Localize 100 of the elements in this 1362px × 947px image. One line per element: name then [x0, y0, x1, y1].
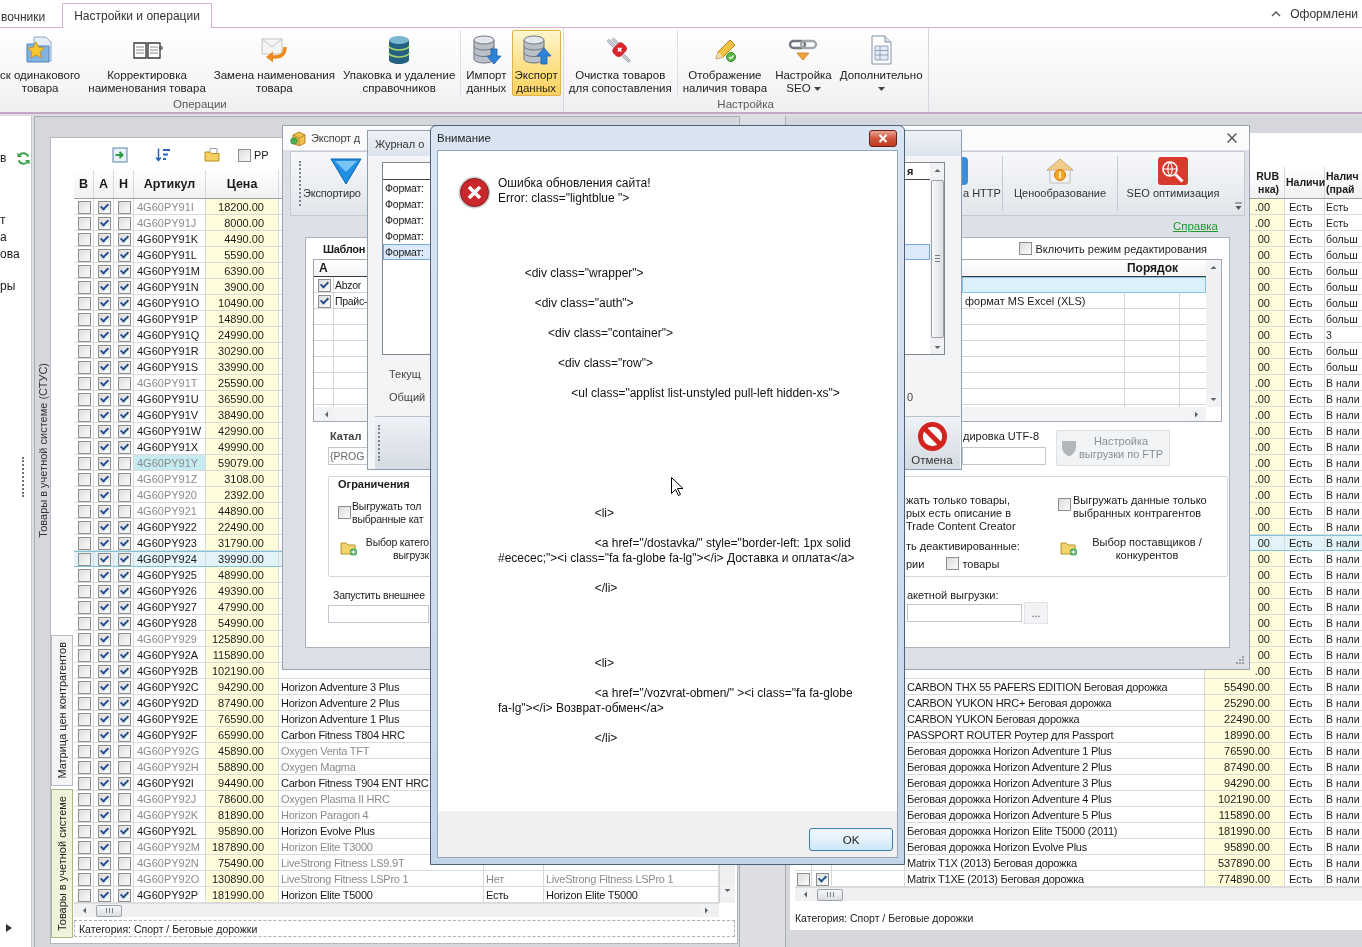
- checkbox[interactable]: [97, 536, 111, 550]
- nav-item[interactable]: в: [0, 150, 7, 167]
- checkbox[interactable]: [117, 840, 131, 854]
- toolbar-button[interactable]: SEO оптимизация: [1118, 152, 1228, 215]
- checkbox[interactable]: [77, 520, 91, 534]
- checkbox[interactable]: [97, 248, 111, 262]
- column-header[interactable]: В: [74, 170, 94, 198]
- column-header[interactable]: Порядок: [1125, 260, 1180, 276]
- checkbox[interactable]: [97, 552, 111, 566]
- checkbox[interactable]: [117, 504, 131, 518]
- text-field[interactable]: {PROG: [328, 447, 367, 465]
- checkbox[interactable]: [77, 808, 91, 822]
- list-item[interactable]: Формат:: [383, 228, 430, 244]
- checkbox[interactable]: [117, 424, 131, 438]
- checkbox[interactable]: [797, 872, 810, 886]
- horizontal-scrollbar[interactable]: [795, 887, 1362, 901]
- list-item[interactable]: Формат:: [383, 196, 430, 212]
- list-item[interactable]: Формат:: [383, 180, 430, 196]
- toolbar-button[interactable]: Ценообразование: [1003, 152, 1117, 215]
- column-header[interactable]: Наличи: [1286, 176, 1326, 189]
- close-icon[interactable]: [1226, 132, 1238, 144]
- nav-item[interactable]: т: [0, 212, 6, 229]
- checkbox[interactable]: [97, 472, 111, 486]
- checkbox[interactable]: [77, 616, 91, 630]
- checkbox[interactable]: [97, 312, 111, 326]
- ribbon-tab[interactable]: вочники: [0, 4, 58, 28]
- checkbox[interactable]: [317, 294, 331, 308]
- column-header[interactable]: А: [94, 170, 114, 198]
- vertical-scrollbar[interactable]: [1206, 260, 1221, 407]
- checkbox[interactable]: [97, 712, 111, 726]
- ribbon-button[interactable]: ск одинакового товара: [0, 30, 84, 96]
- checkbox[interactable]: [97, 856, 111, 870]
- column-header[interactable]: Н: [114, 170, 134, 198]
- checkbox[interactable]: [117, 776, 131, 790]
- ribbon-button[interactable]: Дополнительно: [836, 30, 926, 96]
- column-header[interactable]: Артикул: [134, 170, 206, 198]
- checkbox[interactable]: [77, 376, 91, 390]
- checkbox[interactable]: [97, 648, 111, 662]
- checkbox[interactable]: [117, 344, 131, 358]
- checkbox[interactable]: [77, 696, 91, 710]
- checkbox[interactable]: [97, 760, 111, 774]
- checkbox[interactable]: [117, 408, 131, 422]
- checkbox[interactable]: [77, 216, 91, 230]
- toolbar-button[interactable]: Экспортиро: [303, 152, 367, 215]
- folder-icon[interactable]: [204, 147, 220, 163]
- checkbox[interactable]: [77, 440, 91, 454]
- checkbox[interactable]: [77, 760, 91, 774]
- checkbox[interactable]: [77, 568, 91, 582]
- appearance-menu[interactable]: Оформлени: [1290, 6, 1358, 21]
- checkbox[interactable]: [77, 664, 91, 678]
- ribbon-button[interactable]: Импорт данных: [463, 30, 510, 96]
- checkbox[interactable]: [238, 148, 251, 162]
- ribbon-tab[interactable]: Настройки и операции: [62, 3, 212, 28]
- checkbox[interactable]: [97, 264, 111, 278]
- checkbox[interactable]: [77, 360, 91, 374]
- text-field[interactable]: [907, 604, 1022, 622]
- column-header[interactable]: Цена: [206, 170, 279, 198]
- scrollbar-thumb[interactable]: [930, 180, 944, 338]
- checkbox[interactable]: [97, 328, 111, 342]
- checkbox[interactable]: [946, 557, 960, 570]
- checkbox[interactable]: [117, 680, 131, 694]
- checkbox[interactable]: [77, 312, 91, 326]
- checkbox[interactable]: [815, 872, 829, 886]
- close-button[interactable]: [869, 129, 897, 147]
- checkbox[interactable]: [1058, 498, 1071, 511]
- checkbox[interactable]: [77, 744, 91, 758]
- ribbon-button[interactable]: Корректировка наименования товара: [85, 30, 209, 96]
- checkbox[interactable]: [317, 278, 331, 292]
- checkbox[interactable]: [117, 472, 131, 486]
- nav-item[interactable]: ова: [0, 246, 20, 263]
- overflow-caret-icon[interactable]: [1235, 202, 1242, 212]
- checkbox[interactable]: [117, 312, 131, 326]
- checkbox[interactable]: [77, 472, 91, 486]
- nav-item[interactable]: ры: [0, 278, 16, 295]
- checkbox[interactable]: [77, 344, 91, 358]
- checkbox[interactable]: [117, 392, 131, 406]
- checkbox[interactable]: [117, 664, 131, 678]
- checkbox[interactable]: [117, 888, 131, 902]
- checkbox[interactable]: [97, 728, 111, 742]
- checkbox[interactable]: [117, 856, 131, 870]
- checkbox[interactable]: [77, 296, 91, 310]
- checkbox[interactable]: [97, 520, 111, 534]
- checkbox[interactable]: [97, 456, 111, 470]
- checkbox[interactable]: [117, 616, 131, 630]
- scrollbar-thumb[interactable]: [817, 888, 843, 901]
- checkbox[interactable]: [117, 232, 131, 246]
- checkbox[interactable]: [117, 200, 131, 214]
- checkbox[interactable]: [117, 792, 131, 806]
- checkbox[interactable]: [97, 200, 111, 214]
- checkbox[interactable]: [77, 456, 91, 470]
- checkbox[interactable]: [117, 360, 131, 374]
- checkbox[interactable]: [97, 344, 111, 358]
- checkbox[interactable]: [117, 648, 131, 662]
- ok-button[interactable]: OK: [809, 828, 893, 851]
- ribbon-button[interactable]: Настройка SEO: [772, 30, 835, 96]
- column-header[interactable]: я: [907, 165, 914, 177]
- checkbox[interactable]: [97, 232, 111, 246]
- scrollbar-thumb[interactable]: [96, 904, 122, 917]
- checkbox[interactable]: [97, 616, 111, 630]
- refresh-icon[interactable]: [16, 151, 31, 166]
